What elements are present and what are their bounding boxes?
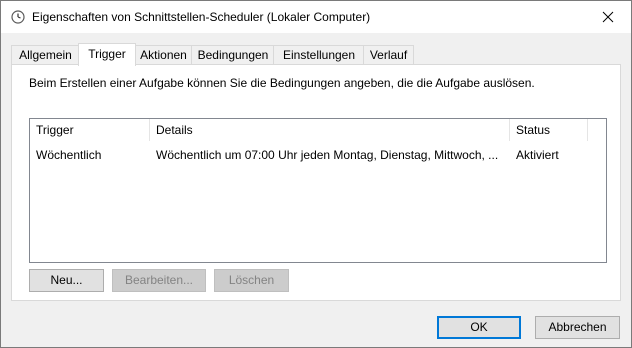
title-bar[interactable]: Eigenschaften von Schnittstellen-Schedul… <box>1 1 631 33</box>
trigger-list-header: Trigger Details Status <box>30 119 606 142</box>
column-header-status[interactable]: Status <box>510 119 588 141</box>
row-trigger-cell: Wöchentlich <box>36 148 102 162</box>
delete-trigger-button[interactable]: Löschen <box>214 269 289 292</box>
new-trigger-button[interactable]: Neu... <box>29 269 104 292</box>
tab-allgemein[interactable]: Allgemein <box>11 45 80 65</box>
column-header-trigger[interactable]: Trigger <box>30 119 150 141</box>
row-details-cell: Wöchentlich um 07:00 Uhr jeden Montag, D… <box>156 148 499 162</box>
trigger-description: Beim Erstellen einer Aufgabe können Sie … <box>29 76 535 90</box>
trigger-tab-panel: Beim Erstellen einer Aufgabe können Sie … <box>11 64 621 301</box>
close-button[interactable] <box>585 1 631 33</box>
clock-icon <box>11 10 25 24</box>
row-status-cell: Aktiviert <box>516 148 559 162</box>
tab-bedingungen[interactable]: Bedingungen <box>191 45 275 65</box>
table-row[interactable]: Wöchentlich Wöchentlich um 07:00 Uhr jed… <box>30 145 606 165</box>
edit-trigger-button[interactable]: Bearbeiten... <box>112 269 206 292</box>
dialog-window: Eigenschaften von Schnittstellen-Schedul… <box>0 0 632 348</box>
trigger-list[interactable]: Trigger Details Status Wöchentlich Wöche… <box>29 118 607 263</box>
cancel-button[interactable]: Abbrechen <box>535 316 620 339</box>
ok-button[interactable]: OK <box>437 316 521 339</box>
tab-aktionen[interactable]: Aktionen <box>134 45 193 65</box>
column-header-details[interactable]: Details <box>150 119 510 141</box>
tab-verlauf[interactable]: Verlauf <box>363 45 414 65</box>
tab-einstellungen[interactable]: Einstellungen <box>273 45 365 65</box>
tab-trigger[interactable]: Trigger <box>78 43 136 66</box>
close-icon <box>602 11 614 23</box>
window-title: Eigenschaften von Schnittstellen-Schedul… <box>32 10 371 24</box>
